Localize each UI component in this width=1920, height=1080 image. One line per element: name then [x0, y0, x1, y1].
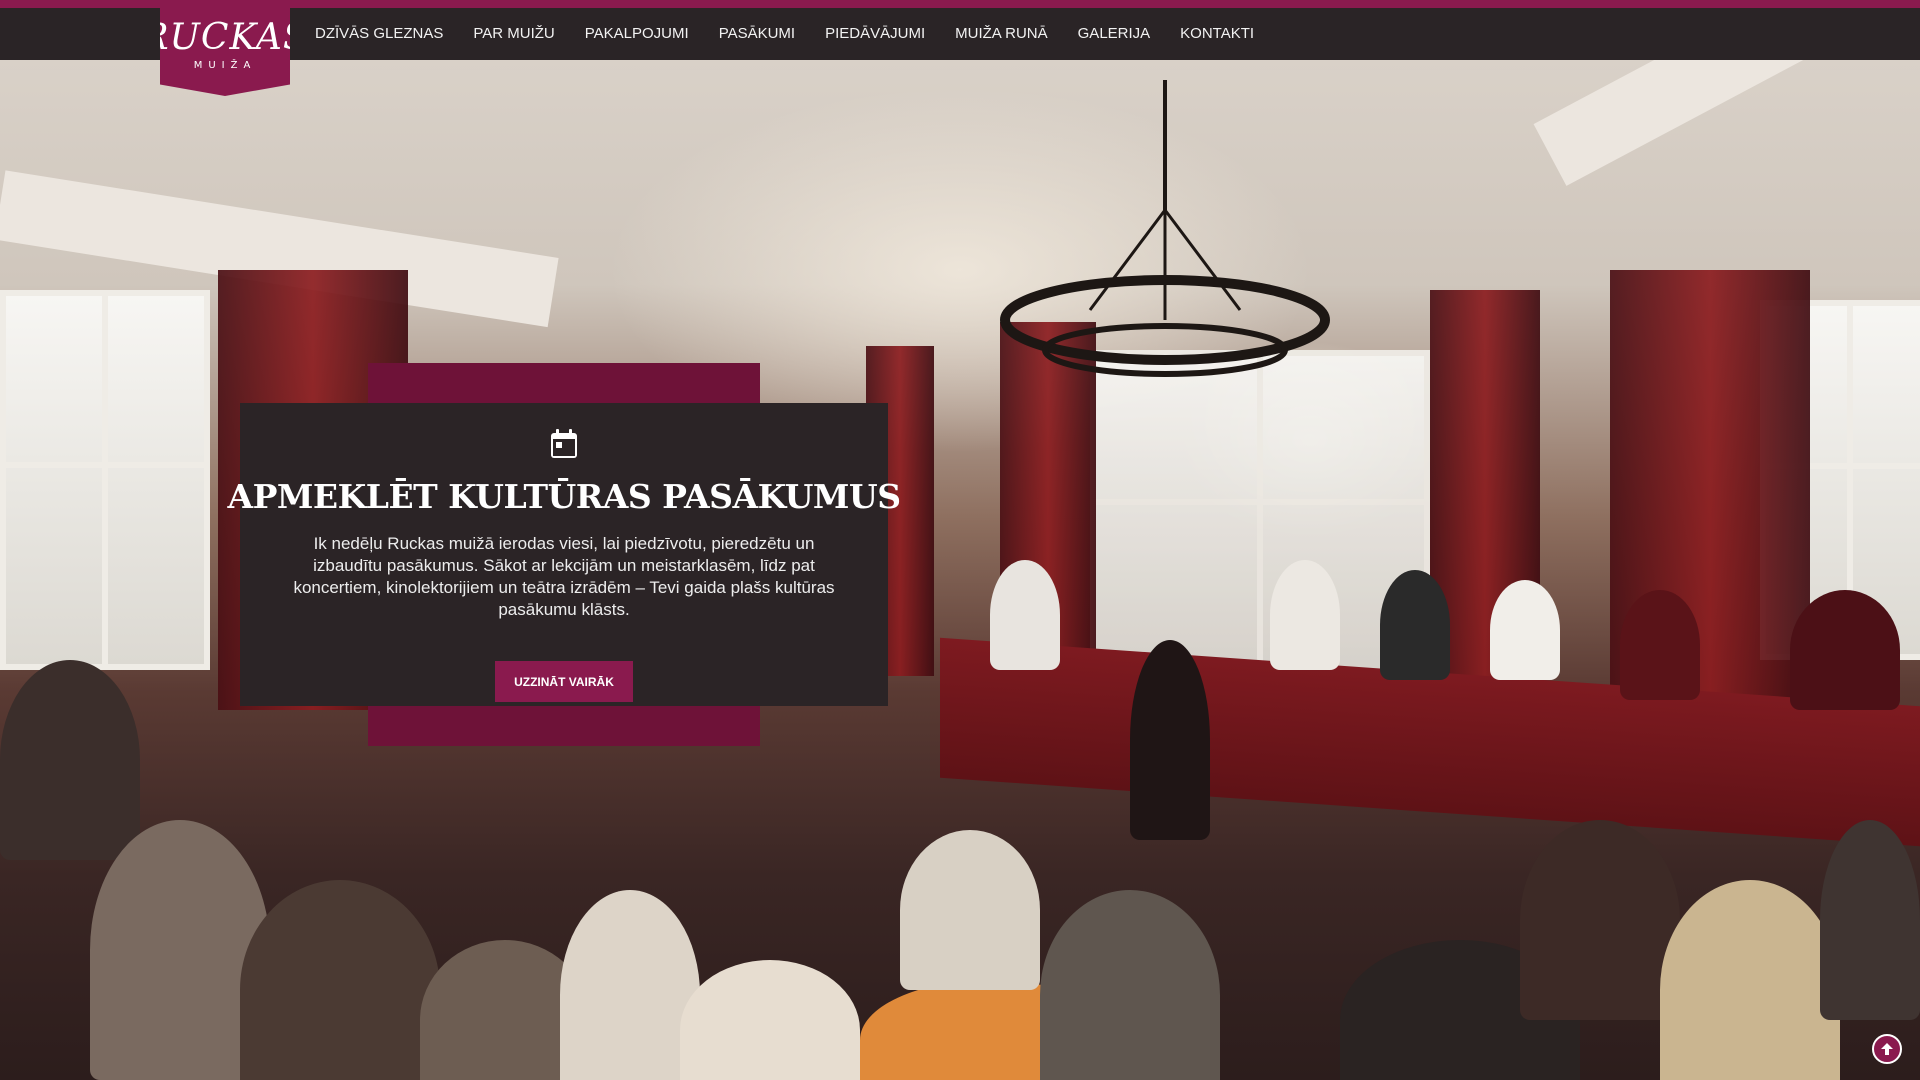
performer [1380, 570, 1450, 680]
nav-item-dzivas-gleznas[interactable]: DZĪVĀS GLEZNAS [300, 8, 458, 60]
nav-item-piedavajumi[interactable]: PIEDĀVĀJUMI [810, 8, 940, 60]
events-promo-card: APMEKLĒT KULTŪRAS PASĀKUMUS Ik nedēļu Ru… [227, 403, 901, 706]
performer [1790, 590, 1900, 710]
audience-member [0, 660, 140, 860]
performer [1490, 580, 1560, 680]
site-logo[interactable]: RUCKAS MUIŽA [160, 0, 290, 96]
audience-member [560, 890, 700, 1080]
audience-member [1660, 880, 1840, 1080]
nav-item-galerija[interactable]: GALERIJA [1063, 8, 1166, 60]
conductor [1130, 640, 1210, 840]
audience-member [240, 880, 440, 1080]
logo-name: RUCKAS [141, 17, 309, 58]
nav-item-pakalpojumi[interactable]: PAKALPOJUMI [570, 8, 704, 60]
audience-member [680, 960, 860, 1080]
calendar-icon [550, 429, 578, 459]
arrow-up-circle-icon [1881, 1043, 1893, 1055]
card-title: APMEKLĒT KULTŪRAS PASĀKUMUS [227, 477, 901, 516]
nav-item-kontakti[interactable]: KONTAKTI [1165, 8, 1269, 60]
learn-more-button[interactable]: UZZINĀT VAIRĀK [495, 661, 633, 702]
nav-item-par-muizu[interactable]: PAR MUIŽU [458, 8, 569, 60]
ceiling-beam [1533, 60, 1920, 186]
audience-member [1820, 820, 1920, 1020]
nav-item-pasakumi[interactable]: PASĀKUMI [704, 8, 810, 60]
performer [1620, 590, 1700, 700]
card-description: Ik nedēļu Ruckas muižā ierodas viesi, la… [293, 534, 835, 619]
scroll-to-top-button[interactable] [1872, 1034, 1902, 1064]
audience-member [1040, 890, 1220, 1080]
audience-member [900, 830, 1040, 990]
window [0, 290, 210, 670]
nav-item-muiza-runa[interactable]: MUIŽA RUNĀ [940, 8, 1063, 60]
audience-member [1520, 820, 1680, 1020]
main-menu: DZĪVĀS GLEZNAS PAR MUIŽU PAKALPOJUMI PAS… [300, 8, 1269, 60]
logo-subtitle: MUIŽA [193, 60, 257, 71]
chandelier [1000, 80, 1330, 377]
performer [990, 560, 1060, 670]
performer [1270, 560, 1340, 670]
